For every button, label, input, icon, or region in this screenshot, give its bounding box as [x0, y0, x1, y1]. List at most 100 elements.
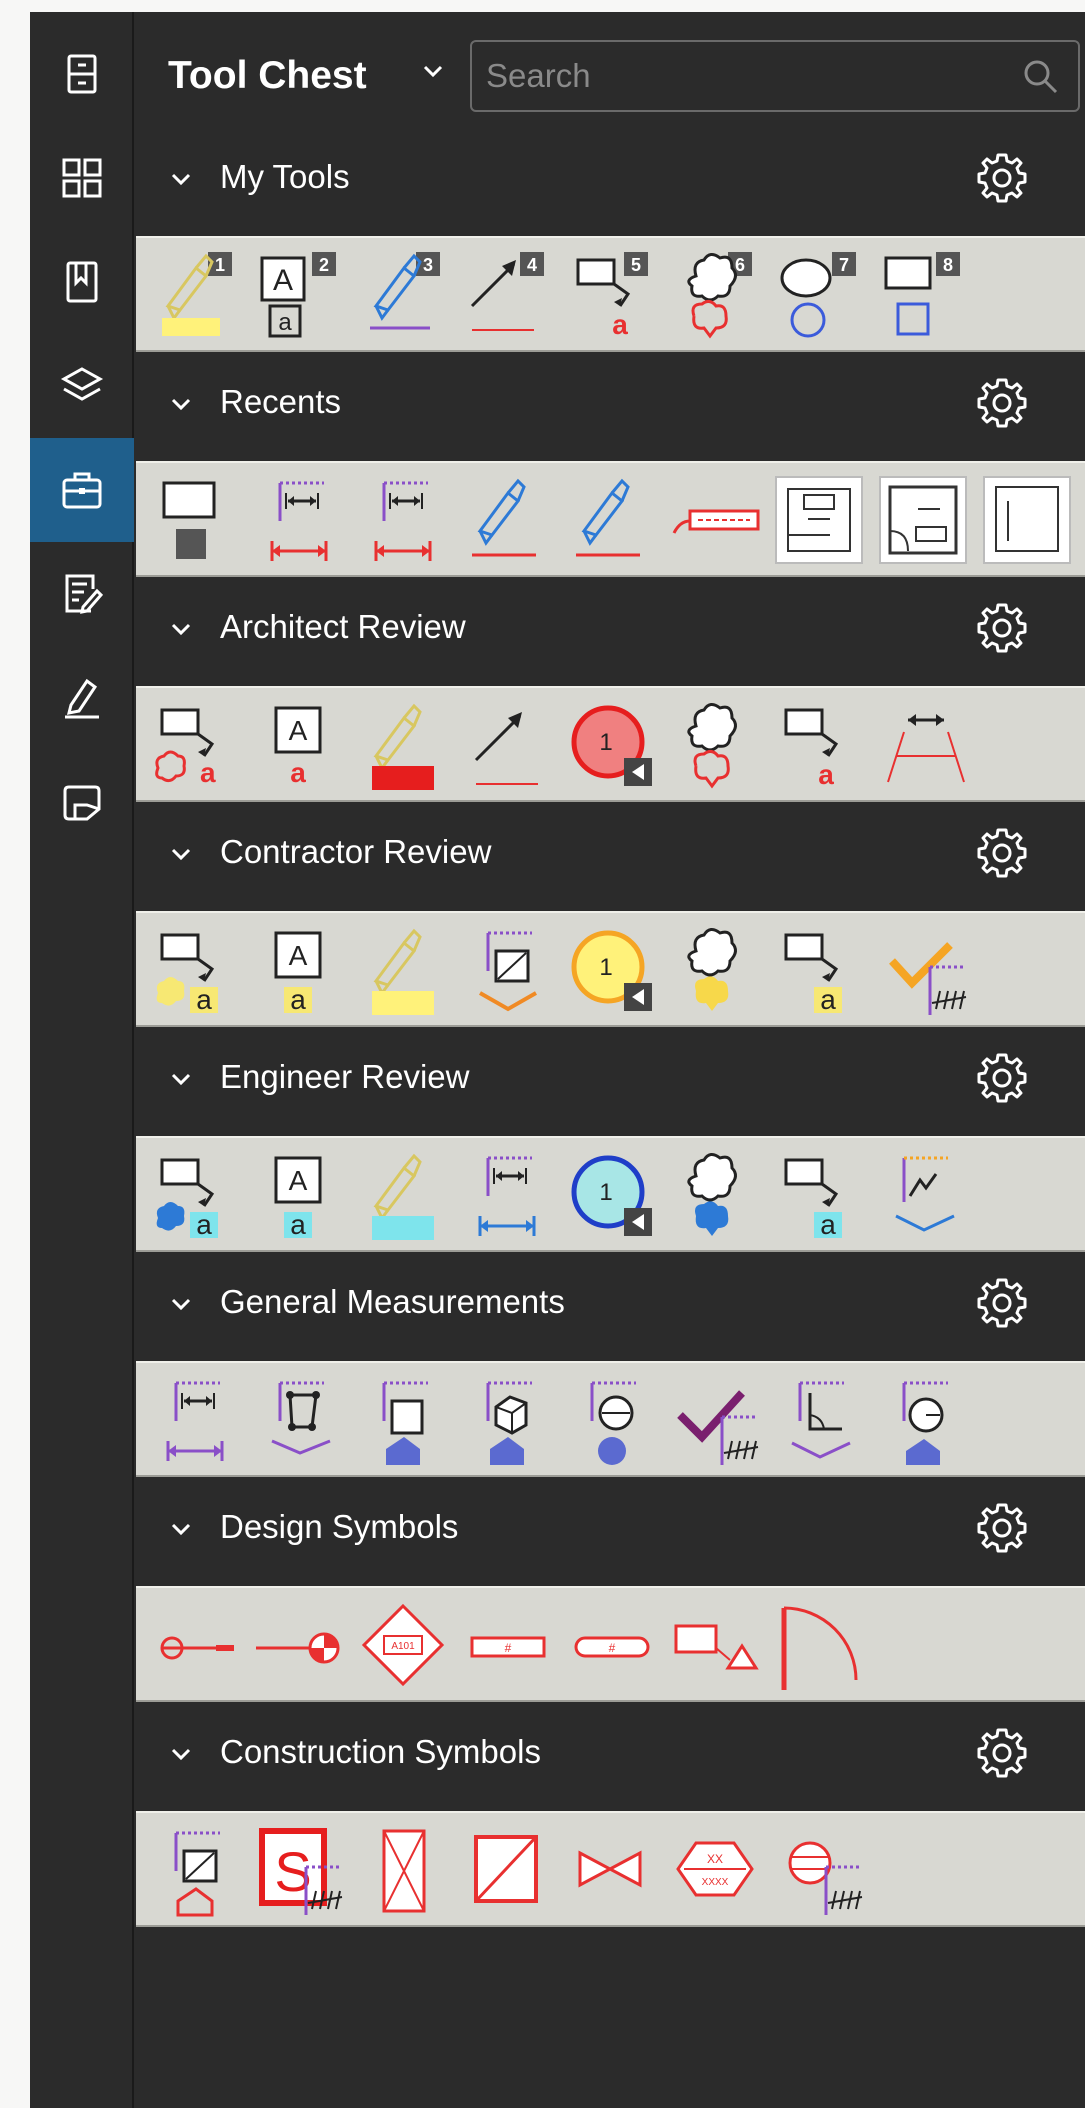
gear-icon[interactable] — [974, 375, 1030, 431]
tool-button[interactable]: a — [770, 696, 868, 794]
tool-button[interactable] — [354, 471, 452, 569]
tool-button[interactable]: Aa — [250, 1146, 348, 1244]
tool-button[interactable] — [250, 1371, 348, 1469]
tool-button[interactable] — [874, 696, 972, 794]
tool-button[interactable]: 8 — [874, 246, 972, 344]
chevron-down-icon[interactable] — [168, 841, 194, 867]
tool-button[interactable] — [874, 921, 972, 1019]
rail-bookmarks-button[interactable] — [30, 230, 134, 334]
tool-button[interactable] — [666, 1371, 764, 1469]
chevron-down-icon[interactable] — [168, 1516, 194, 1542]
rail-layers-button[interactable] — [30, 334, 134, 438]
section-header-design-symbols[interactable]: Design Symbols — [136, 1482, 1085, 1572]
tool-button[interactable] — [354, 1821, 452, 1919]
tool-button[interactable]: 1 — [146, 246, 244, 344]
tool-button[interactable]: # — [562, 1596, 660, 1694]
tool-button[interactable] — [458, 921, 556, 1019]
tool-button[interactable]: Aa — [250, 921, 348, 1019]
gear-icon[interactable] — [974, 600, 1030, 656]
gear-icon[interactable] — [974, 150, 1030, 206]
rail-markups-list-button[interactable] — [30, 542, 134, 646]
tool-button[interactable] — [978, 471, 1076, 569]
tool-button[interactable] — [458, 1821, 556, 1919]
rail-signature-button[interactable] — [30, 646, 134, 750]
tool-button[interactable] — [666, 696, 764, 794]
section-header-my-tools[interactable]: My Tools — [136, 132, 1085, 222]
tool-button[interactable] — [458, 471, 556, 569]
tool-button[interactable] — [146, 1821, 244, 1919]
tool-button[interactable] — [354, 696, 452, 794]
tool-button[interactable] — [770, 1596, 868, 1694]
tool-button[interactable] — [354, 1371, 452, 1469]
tool-button[interactable] — [770, 471, 868, 569]
tool-button[interactable]: A101 — [354, 1596, 452, 1694]
gear-icon[interactable] — [974, 1275, 1030, 1331]
rail-spaces-button[interactable] — [30, 750, 134, 854]
tool-button[interactable]: 1 — [562, 696, 660, 794]
tool-button[interactable] — [874, 1146, 972, 1244]
tool-button[interactable]: 2 Aa — [250, 246, 348, 344]
gear-icon[interactable] — [974, 1050, 1030, 1106]
tool-button[interactable] — [354, 1146, 452, 1244]
tool-button[interactable] — [874, 1371, 972, 1469]
tool-button[interactable] — [354, 921, 452, 1019]
tool-button[interactable] — [562, 1371, 660, 1469]
tool-button[interactable] — [146, 1596, 244, 1694]
chevron-down-icon[interactable] — [168, 1066, 194, 1092]
tool-button[interactable] — [458, 1371, 556, 1469]
rail-tool-chest-button[interactable] — [30, 438, 134, 542]
section-header-contractor-review[interactable]: Contractor Review — [136, 807, 1085, 897]
tool-button[interactable]: a — [146, 696, 244, 794]
rail-thumbnails-button[interactable] — [30, 126, 134, 230]
tool-button[interactable]: 1 — [562, 921, 660, 1019]
chevron-down-icon[interactable] — [168, 616, 194, 642]
rail-file-cabinet-button[interactable] — [30, 22, 134, 126]
search-input[interactable] — [486, 42, 986, 110]
tool-button[interactable] — [770, 1371, 868, 1469]
tool-button[interactable] — [250, 471, 348, 569]
tool-button[interactable]: 5a — [562, 246, 660, 344]
search-icon[interactable] — [1020, 56, 1060, 96]
tool-button[interactable] — [458, 696, 556, 794]
gear-icon[interactable] — [974, 1725, 1030, 1781]
chevron-down-icon[interactable] — [168, 1291, 194, 1317]
tool-button[interactable]: a — [146, 921, 244, 1019]
tool-button[interactable] — [666, 1596, 764, 1694]
tool-button[interactable] — [562, 471, 660, 569]
tool-button[interactable]: a — [770, 1146, 868, 1244]
section-header-recents[interactable]: Recents — [136, 357, 1085, 447]
tool-button[interactable] — [770, 1821, 868, 1919]
section-header-architect-review[interactable]: Architect Review — [136, 582, 1085, 672]
tool-button[interactable] — [146, 1371, 244, 1469]
tool-button[interactable] — [146, 471, 244, 569]
tool-button[interactable] — [250, 1596, 348, 1694]
chevron-down-icon[interactable] — [418, 56, 448, 86]
tool-button[interactable]: a — [146, 1146, 244, 1244]
tool-button[interactable] — [874, 471, 972, 569]
tool-button[interactable]: # — [458, 1596, 556, 1694]
gear-icon[interactable] — [974, 1500, 1030, 1556]
chevron-down-icon[interactable] — [168, 1741, 194, 1767]
tool-button[interactable]: 3 — [354, 246, 452, 344]
tool-button[interactable]: 1 — [562, 1146, 660, 1244]
tool-button[interactable] — [666, 471, 764, 569]
tool-button[interactable] — [562, 1821, 660, 1919]
chevron-down-icon[interactable] — [168, 166, 194, 192]
search-box[interactable] — [470, 40, 1080, 112]
tool-button[interactable]: 6 — [666, 246, 764, 344]
chevron-down-icon[interactable] — [168, 391, 194, 417]
tool-button[interactable]: XX XXXX — [666, 1821, 764, 1919]
tool-button[interactable]: S — [250, 1821, 348, 1919]
tool-button[interactable] — [666, 921, 764, 1019]
tool-button[interactable]: a — [770, 921, 868, 1019]
tool-button[interactable] — [458, 1146, 556, 1244]
tool-button[interactable]: 4 — [458, 246, 556, 344]
section-header-construction-symbols[interactable]: Construction Symbols — [136, 1707, 1085, 1797]
tool-button[interactable]: Aa — [250, 696, 348, 794]
tool-button[interactable]: 7 — [770, 246, 868, 344]
section-header-general-measurements[interactable]: General Measurements — [136, 1257, 1085, 1347]
section-header-engineer-review[interactable]: Engineer Review — [136, 1032, 1085, 1122]
tool-button[interactable] — [666, 1146, 764, 1244]
gear-icon[interactable] — [974, 825, 1030, 881]
tool-chest-title[interactable]: Tool Chest — [168, 54, 367, 98]
